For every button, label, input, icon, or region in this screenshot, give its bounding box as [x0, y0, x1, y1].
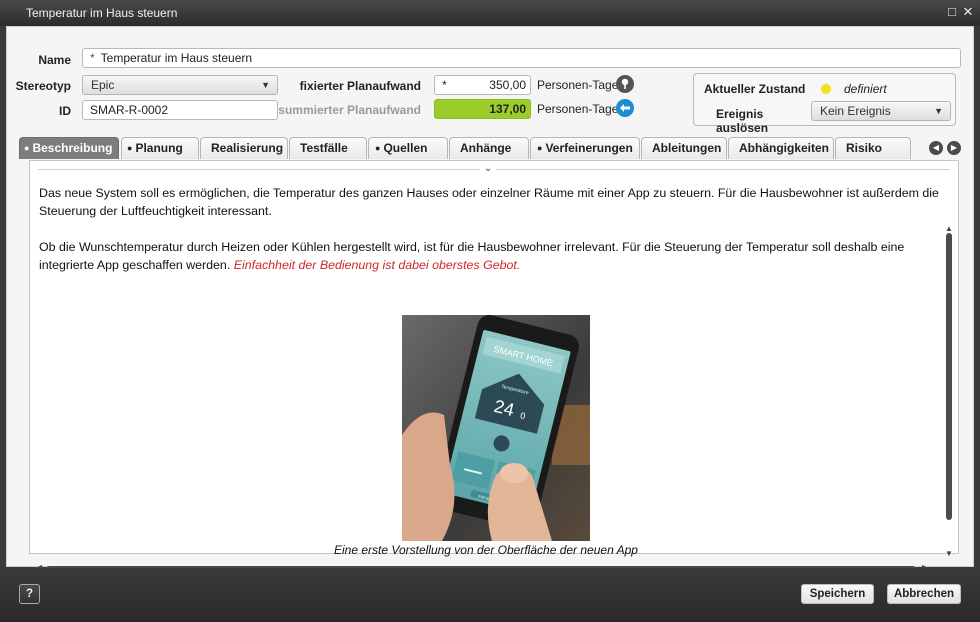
scrollbar-thumb[interactable] [946, 233, 952, 520]
tab-quellen[interactable]: ● Quellen [368, 137, 448, 159]
emphasis-text: Einfachheit der Bedienung ist dabei ober… [233, 258, 521, 272]
event-select[interactable]: Kein Ereignis ▼ [811, 101, 951, 121]
app-preview-image: SMART HOME Temperature 24 0 Full screen [402, 315, 590, 541]
window-title: Temperatur im Haus steuern [26, 6, 178, 20]
current-state-label: Aktueller Zustand [704, 82, 806, 96]
dialog-content: Name * Temperatur im Haus steuern Stereot… [6, 26, 974, 572]
tab-scroll-left-icon[interactable]: ◀ [929, 141, 943, 155]
image-caption: Eine erste Vorstellung von der Oberfläch… [334, 543, 638, 557]
tab-realisierung[interactable]: Realisierung [200, 137, 288, 159]
tab-anhaenge[interactable]: Anhänge [449, 137, 529, 159]
dialog-footer: ? Speichern Abbrechen [0, 568, 980, 622]
description-paragraph-2: Ob die Wunschtemperatur durch Heizen ode… [39, 240, 905, 272]
close-icon[interactable]: ✕ [960, 4, 976, 20]
fixed-effort-field[interactable]: * 350,00 [434, 75, 531, 95]
name-value: Temperatur im Haus steuern [100, 51, 253, 65]
vertical-scrollbar[interactable]: ▲ ▼ [942, 224, 956, 561]
fixed-effort-label: fixierter Planaufwand [299, 79, 421, 93]
state-panel: Aktueller Zustand definiert Ereignis aus… [693, 73, 956, 135]
id-label: ID [59, 104, 71, 118]
fixed-effort-value: 350,00 [489, 78, 526, 92]
navigate-icon[interactable] [616, 99, 634, 117]
cancel-button[interactable]: Abbrechen [887, 584, 961, 604]
description-text: Das neue System soll es ermöglichen, die… [39, 184, 939, 292]
tab-risiko[interactable]: Risiko [835, 137, 911, 159]
fixed-effort-unit: Personen-Tage [537, 78, 619, 92]
maximize-icon[interactable]: □ [944, 4, 960, 20]
tab-testfaelle[interactable]: Testfälle [289, 137, 367, 159]
stereotype-select[interactable]: Epic ▼ [82, 75, 278, 95]
description-paragraph-1: Das neue System soll es ermöglichen, die… [39, 186, 939, 218]
id-field[interactable]: SMAR-R-0002 [82, 100, 278, 120]
chevron-down-icon: ▼ [934, 106, 943, 116]
tab-ableitungen[interactable]: Ableitungen [641, 137, 727, 159]
name-label: Name [38, 53, 71, 67]
scroll-up-icon[interactable]: ▲ [945, 224, 953, 233]
chevron-down-icon[interactable]: ⌄ [480, 163, 497, 174]
stereotype-label: Stereotyp [15, 79, 71, 93]
tab-scroll-right-icon[interactable]: ▶ [947, 141, 961, 155]
required-marker: * [442, 78, 447, 92]
event-label: Ereignis auslösen [716, 107, 769, 135]
summed-effort-unit: Personen-Tage [537, 102, 619, 116]
tab-abhaengigkeiten[interactable]: Abhängigkeiten [728, 137, 834, 159]
event-value: Kein Ereignis [820, 104, 891, 118]
scroll-down-icon[interactable]: ▼ [945, 549, 953, 558]
current-state-value: definiert [844, 82, 887, 96]
required-marker: * [90, 51, 95, 65]
tab-planung[interactable]: ● Planung [121, 137, 199, 159]
description-editor[interactable]: ⌄ Das neue System soll es ermöglichen, d… [29, 160, 959, 572]
tab-bar: ● Beschreibung ● Planung Realisierung Test… [19, 137, 919, 159]
tab-beschreibung[interactable]: ● Beschreibung [19, 137, 119, 159]
chevron-down-icon: ▼ [261, 80, 270, 90]
help-button[interactable]: ? [19, 584, 40, 604]
save-button[interactable]: Speichern [801, 584, 874, 604]
stereotype-value: Epic [91, 78, 115, 92]
tab-verfeinerungen[interactable]: ● Verfeinerungen [530, 137, 640, 159]
state-indicator-icon [821, 84, 831, 94]
summed-effort-field: 137,00 [434, 99, 531, 119]
pin-icon[interactable] [616, 75, 634, 93]
name-field[interactable]: * Temperatur im Haus steuern [82, 48, 961, 68]
window-titlebar: Temperatur im Haus steuern □ ✕ [0, 0, 980, 26]
id-value: SMAR-R-0002 [90, 103, 169, 117]
summed-effort-value: 137,00 [489, 102, 526, 116]
summed-effort-label: summierter Planaufwand [278, 103, 421, 117]
